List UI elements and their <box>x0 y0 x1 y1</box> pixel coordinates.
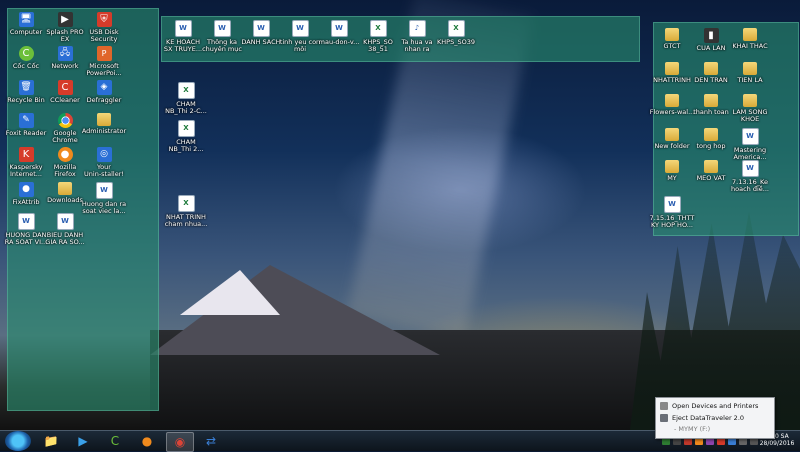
desktop-icon-huong-dan-ra-soat-viec-la[interactable]: W Huong dan ra soat viec la... <box>78 182 130 215</box>
desktop-icon-label: USB Disk Security <box>89 28 119 43</box>
desktop-icon-label: CHAM NB_Thi 2-C... <box>165 100 207 115</box>
folder-icon <box>58 182 72 195</box>
doc-icon: W <box>291 20 309 37</box>
desktop-icon-khai-thac[interactable]: KHAI THAC <box>724 28 776 50</box>
folder-icon <box>743 28 757 41</box>
red-icon: C <box>57 80 73 95</box>
desktop-icon-label: Mastering America... <box>733 146 767 161</box>
desktop-wallpaper: 🖥 Computer ▶ Splash PRO EX ⛨ USB Disk Securit… <box>0 0 800 430</box>
folder-icon <box>665 94 679 107</box>
app-icon: ● <box>18 182 34 197</box>
taskbar-explorer-button[interactable]: 📁 <box>38 432 64 450</box>
app-icon: 🗑 <box>18 80 34 95</box>
folder-icon <box>704 94 718 107</box>
usb-drive-icon <box>660 414 668 422</box>
chrome-icon <box>57 113 73 128</box>
xls-icon: X <box>447 20 465 37</box>
desktop-icon-defraggler[interactable]: ◈ Defraggler <box>78 80 130 104</box>
menu-item-drive: - MYMY (F:) <box>674 423 710 435</box>
folder-icon <box>704 62 718 75</box>
folder-icon <box>743 62 757 75</box>
red-icon: K <box>18 147 34 162</box>
xls-icon: X <box>177 120 195 137</box>
taskbar-teamviewer-button[interactable]: ⇄ <box>198 432 224 450</box>
doc-icon: W <box>95 182 113 199</box>
desktop-icon-usb-disk-security[interactable]: ⛨ USB Disk Security <box>78 12 130 43</box>
desktop-icon-label: 7.13.16_Ke hoach điề... <box>731 178 769 193</box>
desktop-icon-khps-so39[interactable]: X KHPS_SO39 <box>430 20 482 46</box>
ppt-icon: P <box>96 46 112 61</box>
desktop-icon-label: KHPS_SO39 <box>437 38 475 46</box>
desktop-icon-cham-nb-thi-2[interactable]: X CHAM NB_Thi 2... <box>160 120 212 153</box>
red-icon: ⛨ <box>96 12 112 27</box>
desktop-icon-microsoft-powerpoi[interactable]: P Microsoft PowerPoi... <box>78 46 130 77</box>
app-icon: ◎ <box>96 147 112 162</box>
desktop-icon-tien-la[interactable]: TIEN LA <box>724 62 776 84</box>
folder-icon <box>665 62 679 75</box>
folder-icon <box>97 113 111 126</box>
clock-date: 28/09/2016 <box>759 440 795 447</box>
doc-icon: W <box>663 196 681 213</box>
folder-icon <box>704 160 718 173</box>
app-icon: ✎ <box>18 113 34 128</box>
doc-icon: W <box>330 20 348 37</box>
desktop-icon-label: Microsoft PowerPoi... <box>86 62 122 77</box>
desktop-icon-label: Administrator <box>81 127 127 135</box>
app-icon: ◈ <box>96 80 112 95</box>
taskbar-coccoc-button[interactable]: C <box>102 432 128 450</box>
desktop-icon-your-unin-staller[interactable]: ◎ Your Unin-staller! <box>78 147 130 178</box>
menu-item-drive-label: - MYMY (F:) <box>674 425 711 433</box>
folder-icon <box>743 94 757 107</box>
xls-icon: X <box>177 195 195 212</box>
menu-item-eject-label: Eject DataTraveler 2.0 <box>672 414 745 422</box>
desktop-icon-label: Your Unin-staller! <box>84 163 124 178</box>
orange-icon: ● <box>57 147 73 162</box>
desktop-icon-label: NHAT TRINH cham nhua... <box>164 213 208 228</box>
desktop-icon-label: CHAM NB_Thi 2... <box>168 138 204 153</box>
doc-icon: W <box>17 213 35 230</box>
taskbar-media-button[interactable]: ▶ <box>70 432 96 450</box>
doc-icon: W <box>741 160 759 177</box>
desktop-icon-nhat-trinh-cham-nhua[interactable]: X NHAT TRINH cham nhua... <box>160 195 212 228</box>
desktop-icon-label: TIEN LA <box>737 76 763 84</box>
desktop-icon-cham-nb-thi-2-c[interactable]: X CHAM NB_Thi 2-C... <box>160 82 212 115</box>
xls-icon: X <box>369 20 387 37</box>
folder-icon <box>665 128 679 141</box>
folder-icon <box>665 28 679 41</box>
folder-icon <box>665 160 679 173</box>
printer-icon <box>660 402 668 410</box>
doc-icon: ♪ <box>408 20 426 37</box>
dark-icon: ▶ <box>57 12 73 27</box>
doc-icon: W <box>174 20 192 37</box>
doc-icon: W <box>741 128 759 145</box>
doc-icon: W <box>252 20 270 37</box>
dark-icon: ▮ <box>703 28 719 43</box>
folder-icon <box>704 128 718 141</box>
desktop-icon-7-13-16-ke-hoach-i[interactable]: W 7.13.16_Ke hoach điề... <box>724 160 776 193</box>
desktop-icon-label: 7.15.16_THTT KY HOP HO... <box>649 214 695 229</box>
desktop-icon-label: LAM SONG KHOE <box>732 108 768 123</box>
mountain-snow <box>180 270 280 315</box>
desktop-icon-label: BIEU DANH GIA RA SO... <box>45 231 85 246</box>
usb-eject-menu: Open Devices and Printers Eject DataTrav… <box>655 397 775 439</box>
desktop-icon-label: KHAI THAC <box>732 42 768 50</box>
desktop-icon-label: Defraggler <box>86 96 122 104</box>
start-button[interactable] <box>5 431 31 451</box>
app-icon: 🖥 <box>18 12 34 27</box>
taskbar-firefox-button[interactable]: ● <box>134 432 160 450</box>
desktop-icon-bieu-danh-gia-ra-so[interactable]: W BIEU DANH GIA RA SO... <box>39 213 91 246</box>
doc-icon: W <box>213 20 231 37</box>
desktop-icon-administrator[interactable]: Administrator <box>78 113 130 135</box>
desktop-icon-mastering-america[interactable]: W Mastering America... <box>724 128 776 161</box>
xls-icon: X <box>177 82 195 99</box>
app-icon: 🖧 <box>57 46 73 61</box>
menu-item-open-devices[interactable]: Open Devices and Printers <box>660 400 758 412</box>
taskbar-chrome-button[interactable]: ◉ <box>166 432 194 452</box>
desktop-icon-lam-song-khoe[interactable]: LAM SONG KHOE <box>724 94 776 123</box>
doc-icon: W <box>56 213 74 230</box>
green-icon: C <box>18 46 34 61</box>
desktop-icon-7-15-16-thtt-ky-hop-ho[interactable]: W 7.15.16_THTT KY HOP HO... <box>646 196 698 229</box>
menu-item-open-devices-label: Open Devices and Printers <box>672 402 759 410</box>
